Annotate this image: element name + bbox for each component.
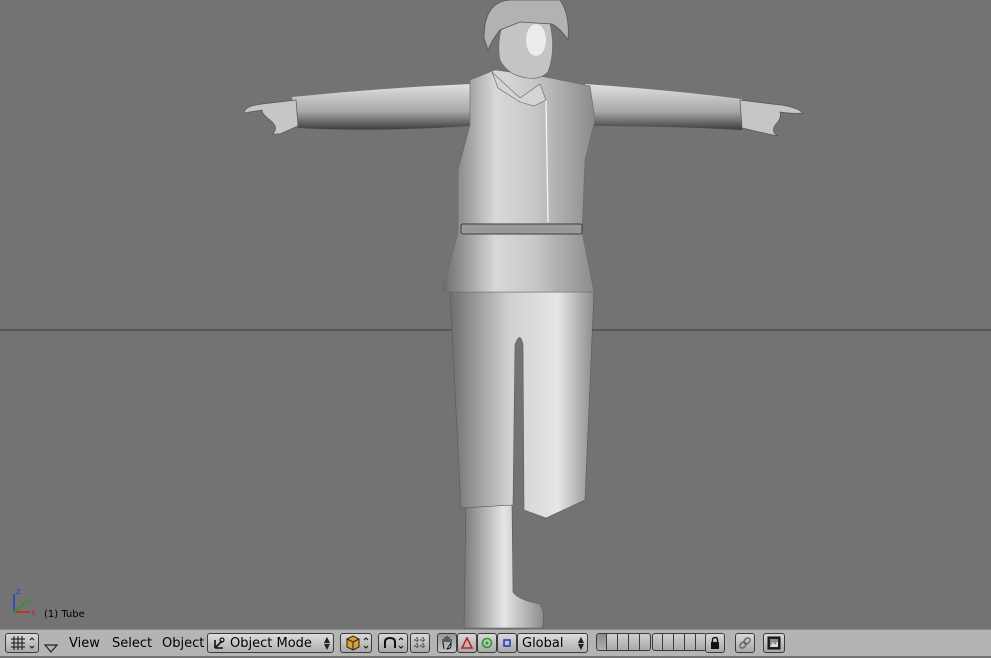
draw-type-dropdown[interactable]: [340, 633, 372, 653]
lock-layers-button[interactable]: [705, 633, 725, 653]
layer-buttons-group-2[interactable]: [652, 633, 707, 653]
link-button[interactable]: [735, 633, 755, 653]
scale-manipulator-button[interactable]: [497, 633, 517, 653]
pivot-icon: [384, 636, 404, 649]
dropdown-arrows-icon: ▲ ▼: [577, 635, 584, 651]
object-mode-icon: [214, 637, 225, 649]
model-right-arm: [585, 84, 742, 130]
lock-icon: [711, 636, 719, 649]
snap-icon: [414, 637, 426, 649]
rotate-circle-icon: [481, 637, 493, 649]
dropdown-triangle-icon: [43, 644, 59, 653]
orientation-dropdown[interactable]: Global ▲ ▼: [517, 633, 588, 653]
menu-collapse-toggle[interactable]: [43, 639, 59, 658]
model-left-hand: [243, 99, 299, 135]
snap-toggle[interactable]: [410, 633, 430, 653]
link-icon: [739, 637, 751, 649]
render-preview-button[interactable]: [763, 633, 785, 653]
axis-z-label: z: [16, 588, 20, 596]
model-belt: [460, 223, 583, 235]
layer-buttons-group-1[interactable]: [596, 633, 651, 653]
layer-button[interactable]: [629, 633, 640, 651]
axis-gizmo: x z y: [6, 588, 40, 618]
draw-type-icon: [346, 635, 369, 651]
layer-button[interactable]: [607, 633, 618, 651]
orientation-dropdown-label: Global: [522, 635, 564, 651]
mode-dropdown-label: Object Mode: [230, 635, 312, 651]
viewport-header: View Select Object Object Mode ▲ ▼ Globa…: [0, 629, 991, 656]
layer-button[interactable]: [618, 633, 629, 651]
layer-button[interactable]: [663, 633, 674, 651]
pivot-dropdown[interactable]: [378, 633, 408, 653]
menu-view[interactable]: View: [69, 636, 100, 651]
layer-button[interactable]: [640, 633, 651, 651]
editor-type-selector[interactable]: [5, 633, 39, 653]
translate-triangle-icon: [461, 637, 473, 649]
model-right-hand: [739, 99, 804, 137]
model-boot: [463, 504, 544, 629]
translate-manipulator-button[interactable]: [457, 633, 477, 653]
3d-viewport[interactable]: x z y (1) Tube: [0, 0, 991, 629]
active-object-label: (1) Tube: [44, 609, 85, 620]
viewport-scene: [0, 0, 991, 629]
mode-dropdown[interactable]: Object Mode ▲ ▼: [207, 633, 334, 653]
hand-manipulator-icon: [442, 636, 452, 650]
layer-button[interactable]: [596, 633, 607, 651]
layer-button[interactable]: [652, 633, 663, 651]
manipulator-toggle[interactable]: [437, 633, 457, 653]
rotate-manipulator-button[interactable]: [477, 633, 497, 653]
dropdown-arrows-icon: ▲ ▼: [323, 635, 330, 651]
viewport-grid-icon: [11, 636, 35, 650]
menu-object[interactable]: Object: [162, 636, 204, 651]
model-left-arm: [292, 84, 470, 130]
axis-y-label: y: [27, 595, 32, 604]
scale-square-icon: [503, 639, 511, 647]
axis-x-label: x: [31, 608, 36, 617]
layer-button[interactable]: [674, 633, 685, 651]
model-trousers: [449, 291, 595, 519]
layer-button[interactable]: [685, 633, 696, 651]
render-icon: [767, 636, 781, 650]
menu-select[interactable]: Select: [112, 636, 152, 651]
